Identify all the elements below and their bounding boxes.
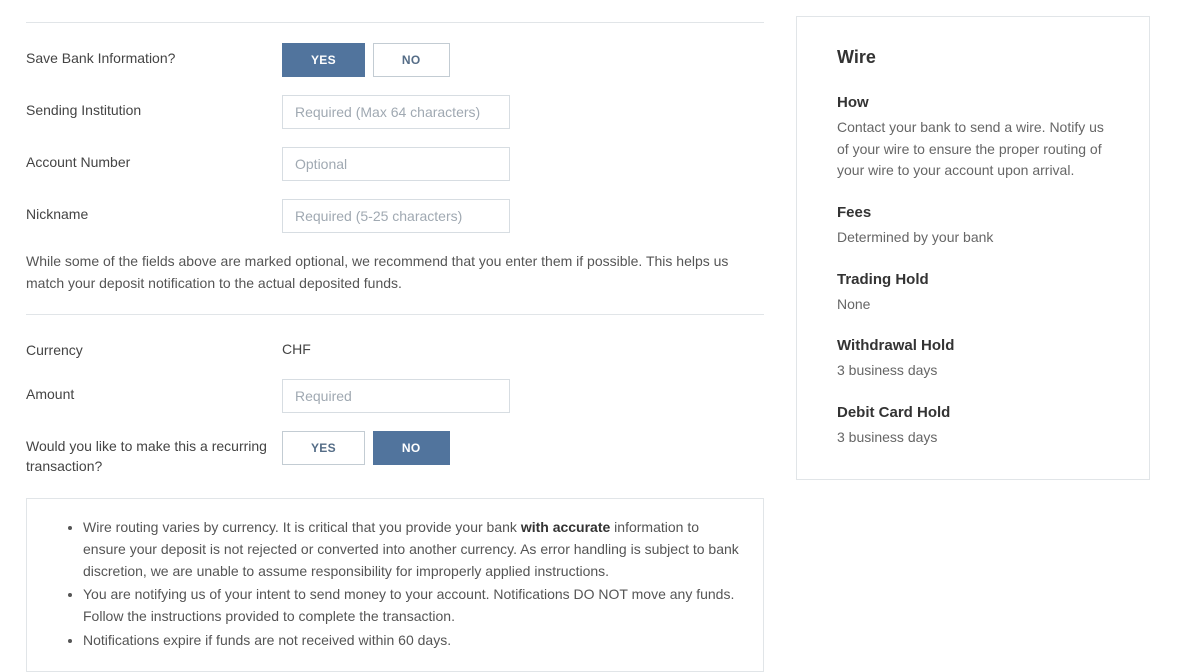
sending-institution-input[interactable]: [282, 95, 510, 129]
save-bank-label: Save Bank Information?: [26, 43, 282, 69]
notice-item-1-bold: with accurate: [521, 519, 610, 535]
how-text: Contact your bank to send a wire. Notify…: [837, 117, 1109, 182]
top-divider: [26, 22, 764, 23]
debit-hold-section: Debit Card Hold 3 business days: [837, 404, 1109, 449]
amount-input[interactable]: [282, 379, 510, 413]
notice-item-1: Wire routing varies by currency. It is c…: [83, 517, 739, 582]
fees-text: Determined by your bank: [837, 227, 1109, 249]
wire-info-sidebar: Wire How Contact your bank to send a wir…: [796, 16, 1150, 480]
sending-institution-row: Sending Institution: [26, 95, 764, 129]
trading-hold-section: Trading Hold None: [837, 271, 1109, 316]
nickname-label: Nickname: [26, 199, 282, 225]
recurring-no-button[interactable]: NO: [373, 431, 450, 465]
debit-hold-heading: Debit Card Hold: [837, 404, 1109, 421]
notice-item-1-pre: Wire routing varies by currency. It is c…: [83, 519, 521, 535]
optional-fields-info: While some of the fields above are marke…: [26, 251, 764, 294]
fees-section: Fees Determined by your bank: [837, 204, 1109, 249]
withdrawal-hold-text: 3 business days: [837, 360, 1109, 382]
recurring-label: Would you like to make this a recurring …: [26, 431, 282, 476]
save-bank-yes-button[interactable]: YES: [282, 43, 365, 77]
account-number-input[interactable]: [282, 147, 510, 181]
fees-heading: Fees: [837, 204, 1109, 221]
nickname-input[interactable]: [282, 199, 510, 233]
trading-hold-heading: Trading Hold: [837, 271, 1109, 288]
currency-value: CHF: [282, 335, 764, 357]
save-bank-toggle: YES NO: [282, 43, 764, 77]
how-heading: How: [837, 94, 1109, 111]
wire-deposit-form: Save Bank Information? YES NO Sending In…: [26, 10, 764, 672]
recurring-yes-button[interactable]: YES: [282, 431, 365, 465]
notice-box: Wire routing varies by currency. It is c…: [26, 498, 764, 672]
save-bank-row: Save Bank Information? YES NO: [26, 43, 764, 77]
how-section: How Contact your bank to send a wire. No…: [837, 94, 1109, 182]
mid-divider: [26, 314, 764, 315]
account-number-row: Account Number: [26, 147, 764, 181]
withdrawal-hold-heading: Withdrawal Hold: [837, 337, 1109, 354]
notice-item-3: Notifications expire if funds are not re…: [83, 630, 739, 652]
account-number-label: Account Number: [26, 147, 282, 173]
sending-institution-label: Sending Institution: [26, 95, 282, 121]
sidebar-title: Wire: [837, 47, 1109, 68]
nickname-row: Nickname: [26, 199, 764, 233]
recurring-row: Would you like to make this a recurring …: [26, 431, 764, 476]
debit-hold-text: 3 business days: [837, 427, 1109, 449]
trading-hold-text: None: [837, 294, 1109, 316]
amount-label: Amount: [26, 379, 282, 405]
currency-label: Currency: [26, 335, 282, 361]
recurring-toggle: YES NO: [282, 431, 764, 465]
withdrawal-hold-section: Withdrawal Hold 3 business days: [837, 337, 1109, 382]
save-bank-no-button[interactable]: NO: [373, 43, 450, 77]
currency-row: Currency CHF: [26, 335, 764, 361]
notice-item-2: You are notifying us of your intent to s…: [83, 584, 739, 627]
amount-row: Amount: [26, 379, 764, 413]
